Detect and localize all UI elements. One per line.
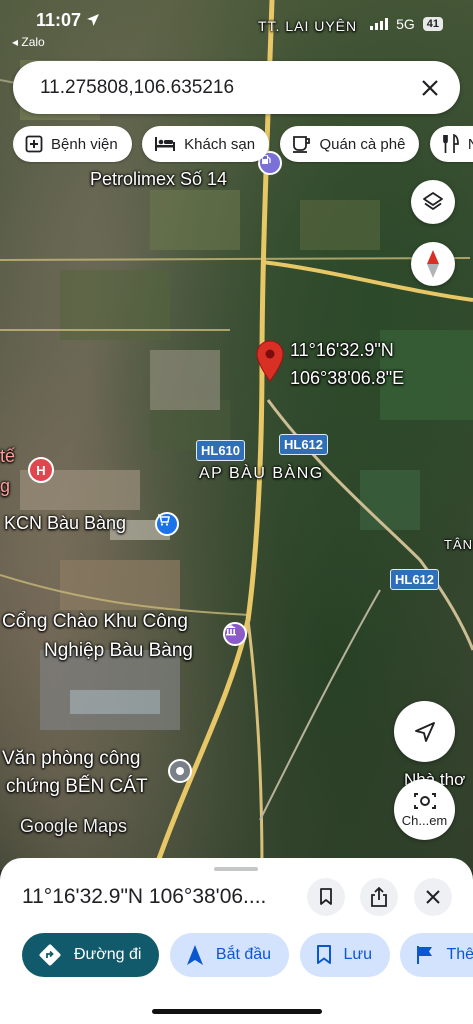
road-badge-hl612-east: HL612 (390, 569, 440, 590)
search-bar[interactable]: 11.275808,106.635216 (13, 61, 460, 114)
layers-icon (423, 192, 443, 210)
gate-label-line1[interactable]: Cổng Chào Khu Công (2, 611, 188, 633)
restaurant-icon (443, 134, 459, 153)
google-maps-logo: Google Maps (20, 816, 128, 836)
area-label: AP BÀU BÀNG (199, 465, 324, 482)
chip-hospital[interactable]: Bệnh viện (13, 126, 132, 162)
flag-icon (417, 946, 433, 964)
add-label: Thêm (446, 946, 473, 963)
tan-label-partial: TÂN (444, 537, 473, 552)
share-icon (371, 887, 387, 907)
directions-label: Đường đi (74, 946, 142, 963)
directions-icon (39, 944, 61, 966)
action-buttons-row: Đường đi Bắt đầu Lưu Thêm (22, 933, 473, 979)
clinic-label-partial-2[interactable]: g (0, 476, 10, 497)
chip-hospital-label: Bệnh viện (51, 135, 118, 153)
compass-icon (427, 250, 439, 278)
network-type: 5G (396, 16, 415, 32)
bookmark-icon (320, 888, 332, 905)
petrolimex-label[interactable]: Petrolimex Số 14 (90, 169, 227, 190)
hospital-plus-icon (25, 135, 43, 153)
chip-coffee-label: Quán cà phê (319, 135, 406, 153)
kcn-label[interactable]: KCN Bàu Bàng (4, 513, 126, 534)
clinic-label-partial[interactable]: tế (0, 446, 15, 467)
close-icon (422, 79, 438, 96)
start-label: Bắt đầu (215, 946, 272, 963)
back-to-app-link[interactable]: ◂ Zalo (12, 35, 45, 49)
location-arrow-icon (87, 14, 100, 26)
start-navigation-button[interactable]: Bắt đầu (169, 933, 290, 977)
share-button[interactable] (360, 878, 398, 916)
close-icon (426, 890, 440, 904)
coordinates-title: 11°16'32.9"N 106°38'06.... (22, 885, 267, 908)
chip-coffee[interactable]: Quán cà phê (279, 126, 420, 162)
road-badge-hl612: HL612 (279, 434, 329, 455)
lens-button[interactable]: Ch...em (394, 779, 455, 840)
pin-longitude-label: 106°38'06.8"E (290, 368, 405, 388)
home-indicator[interactable] (152, 1009, 322, 1014)
chip-restaurant-label: Nh (468, 136, 473, 153)
status-time: 11:07 (36, 10, 100, 31)
my-location-button[interactable] (394, 701, 455, 762)
save-button[interactable]: Lưu (299, 933, 391, 977)
directions-button[interactable]: Đường đi (22, 933, 160, 977)
camera-lens-icon (413, 793, 436, 809)
close-sheet-button[interactable] (414, 878, 452, 916)
chip-hotel-label: Khách sạn (184, 135, 256, 153)
hospital-marker-icon[interactable]: H (28, 457, 54, 483)
coffee-cup-icon (292, 136, 310, 153)
clear-search-button[interactable] (418, 76, 442, 100)
road-badge-hl610: HL610 (196, 440, 246, 461)
lens-button-label: Ch...em (401, 813, 448, 828)
office-label-line1[interactable]: Văn phòng công (2, 748, 140, 770)
pin-latitude-label: 11°16'32.9"N (290, 340, 394, 360)
save-bookmark-button[interactable] (307, 878, 345, 916)
office-label-line2[interactable]: chứng BẾN CÁT (6, 776, 148, 798)
category-chips: Bệnh viện Khách sạn Quán cà phê Nh (13, 126, 473, 164)
bed-icon (155, 137, 176, 151)
gate-label-line2[interactable]: Nghiệp Bàu Bàng (44, 640, 193, 662)
shopping-cart-icon[interactable] (155, 512, 179, 536)
add-button[interactable]: Thêm (400, 933, 473, 977)
sheet-drag-handle[interactable] (214, 867, 258, 871)
battery-indicator: 41 (422, 17, 443, 31)
signal-icon (370, 18, 389, 30)
my-location-arrow-icon (414, 721, 435, 742)
place-bottom-sheet[interactable]: 11°16'32.9"N 106°38'06.... Đường đi Bắt … (0, 858, 473, 1024)
status-indicators: 5G 41 (370, 16, 443, 32)
office-marker-icon[interactable] (168, 759, 192, 783)
compass-button[interactable] (411, 242, 455, 286)
town-label: TT. LAI UYÊN (258, 18, 358, 34)
landmark-icon[interactable] (223, 622, 247, 646)
chip-restaurant[interactable]: Nh (429, 126, 473, 162)
navigation-arrow-icon (186, 945, 203, 965)
layers-button[interactable] (411, 180, 455, 224)
search-input[interactable]: 11.275808,106.635216 (40, 77, 418, 99)
bookmark-icon (316, 945, 331, 964)
chip-hotel[interactable]: Khách sạn (142, 126, 270, 162)
save-label: Lưu (343, 946, 373, 963)
